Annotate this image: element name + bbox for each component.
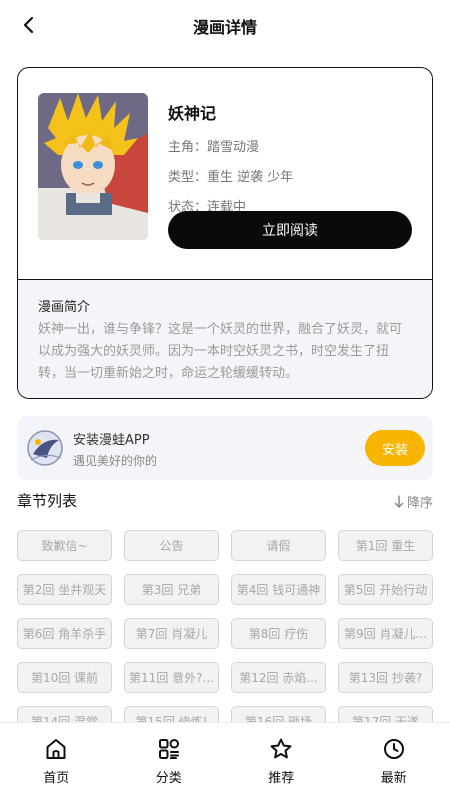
- comic-summary: 妖神记 主角：踏雪动漫 类型：重生 逆袭 少年 状态：连载中 立即阅读: [18, 68, 432, 280]
- chapter-item[interactable]: 第7回 肖凝儿: [124, 618, 219, 649]
- chapter-item[interactable]: 第5回 开始行动: [338, 574, 433, 605]
- chapter-item[interactable]: 第9回 肖凝儿...: [338, 618, 433, 649]
- app-install-banner: 安装漫蛙APP 遇见美好的你的 安装: [17, 416, 433, 480]
- chapter-item[interactable]: 第11回 意外?...: [124, 662, 219, 693]
- chapter-item[interactable]: 第14回 混堂: [17, 706, 112, 722]
- chapter-item[interactable]: 第3回 兄弟: [124, 574, 219, 605]
- install-button[interactable]: 安装: [365, 430, 425, 466]
- chevron-left-icon: [23, 16, 34, 34]
- chapter-item[interactable]: 第17回 天遂: [338, 706, 433, 722]
- app-name: 安装漫蛙APP: [73, 433, 150, 448]
- category-icon: [158, 739, 179, 759]
- sort-toggle-button[interactable]: 降序: [394, 492, 433, 511]
- bottom-tab-bar: 首页 分类 推荐 最新: [0, 722, 450, 800]
- tab-recommend[interactable]: 推荐: [225, 723, 338, 800]
- chapter-grid: 致歉信~ 公告 请假 第1回 重生 第2回 坐井观天 第3回 兄弟 第4回 钱可…: [17, 530, 433, 722]
- sort-label: 降序: [406, 496, 433, 511]
- chapter-item[interactable]: 请假: [231, 530, 326, 561]
- page-title: 漫画详情: [192, 18, 257, 37]
- tab-category[interactable]: 分类: [113, 723, 226, 800]
- chapter-list-header: 章节列表 降序: [17, 490, 433, 512]
- tab-latest[interactable]: 最新: [338, 723, 450, 800]
- chapter-item[interactable]: 第15回 修炼!: [124, 706, 219, 722]
- tab-latest-label: 最新: [380, 771, 407, 786]
- chapter-item[interactable]: 第2回 坐井观天: [17, 574, 112, 605]
- chapter-item[interactable]: 第10回 课前: [17, 662, 112, 693]
- chapter-item[interactable]: 第8回 疗伤: [231, 618, 326, 649]
- tab-recommend-label: 推荐: [268, 771, 295, 786]
- arrow-down-icon: [394, 494, 404, 508]
- comic-title: 妖神记: [168, 104, 217, 123]
- back-button[interactable]: [16, 12, 42, 38]
- read-now-button[interactable]: 立即阅读: [168, 211, 412, 249]
- star-icon: [270, 738, 292, 759]
- top-bar: 漫画详情: [0, 0, 450, 52]
- tab-home[interactable]: 首页: [0, 723, 113, 800]
- comic-protagonist: 主角：踏雪动漫: [168, 140, 260, 155]
- comic-genre: 类型：重生 逆袭 少年: [168, 170, 294, 185]
- comic-info-card: 妖神记 主角：踏雪动漫 类型：重生 逆袭 少年 状态：连载中 立即阅读 漫画简介…: [17, 67, 433, 399]
- chapter-item[interactable]: 第13回 抄袭?: [338, 662, 433, 693]
- app-slogan: 遇见美好的你的: [73, 454, 158, 468]
- comic-cover-image[interactable]: [38, 93, 148, 240]
- chapter-item[interactable]: 第4回 钱可通神: [231, 574, 326, 605]
- synopsis-section: 漫画简介 妖神一出，谁与争锋？这是一个妖灵的世界，融合了妖灵，就可以成为强大的妖…: [18, 280, 432, 398]
- chapter-item[interactable]: 第6回 角羊杀手: [17, 618, 112, 649]
- home-icon: [46, 739, 66, 759]
- chapter-list-title: 章节列表: [17, 492, 78, 510]
- synopsis-text: 妖神一出，谁与争锋？这是一个妖灵的世界，融合了妖灵，就可以成为强大的妖灵师。因为…: [38, 322, 403, 381]
- clock-icon: [383, 739, 404, 759]
- tab-home-label: 首页: [43, 771, 70, 786]
- chapter-item[interactable]: 致歉信~: [17, 530, 112, 561]
- chapter-item[interactable]: 公告: [124, 530, 219, 561]
- chapter-item[interactable]: 第12回 赤焰...: [231, 662, 326, 693]
- comic-info: 妖神记 主角：踏雪动漫 类型：重生 逆袭 少年 状态：连载中: [168, 100, 412, 226]
- synopsis-title: 漫画简介: [38, 300, 91, 315]
- tab-category-label: 分类: [155, 771, 182, 786]
- chapter-item[interactable]: 第1回 重生: [338, 530, 433, 561]
- app-logo-icon: [27, 430, 63, 466]
- chapter-item[interactable]: 第16回 砸场: [231, 706, 326, 722]
